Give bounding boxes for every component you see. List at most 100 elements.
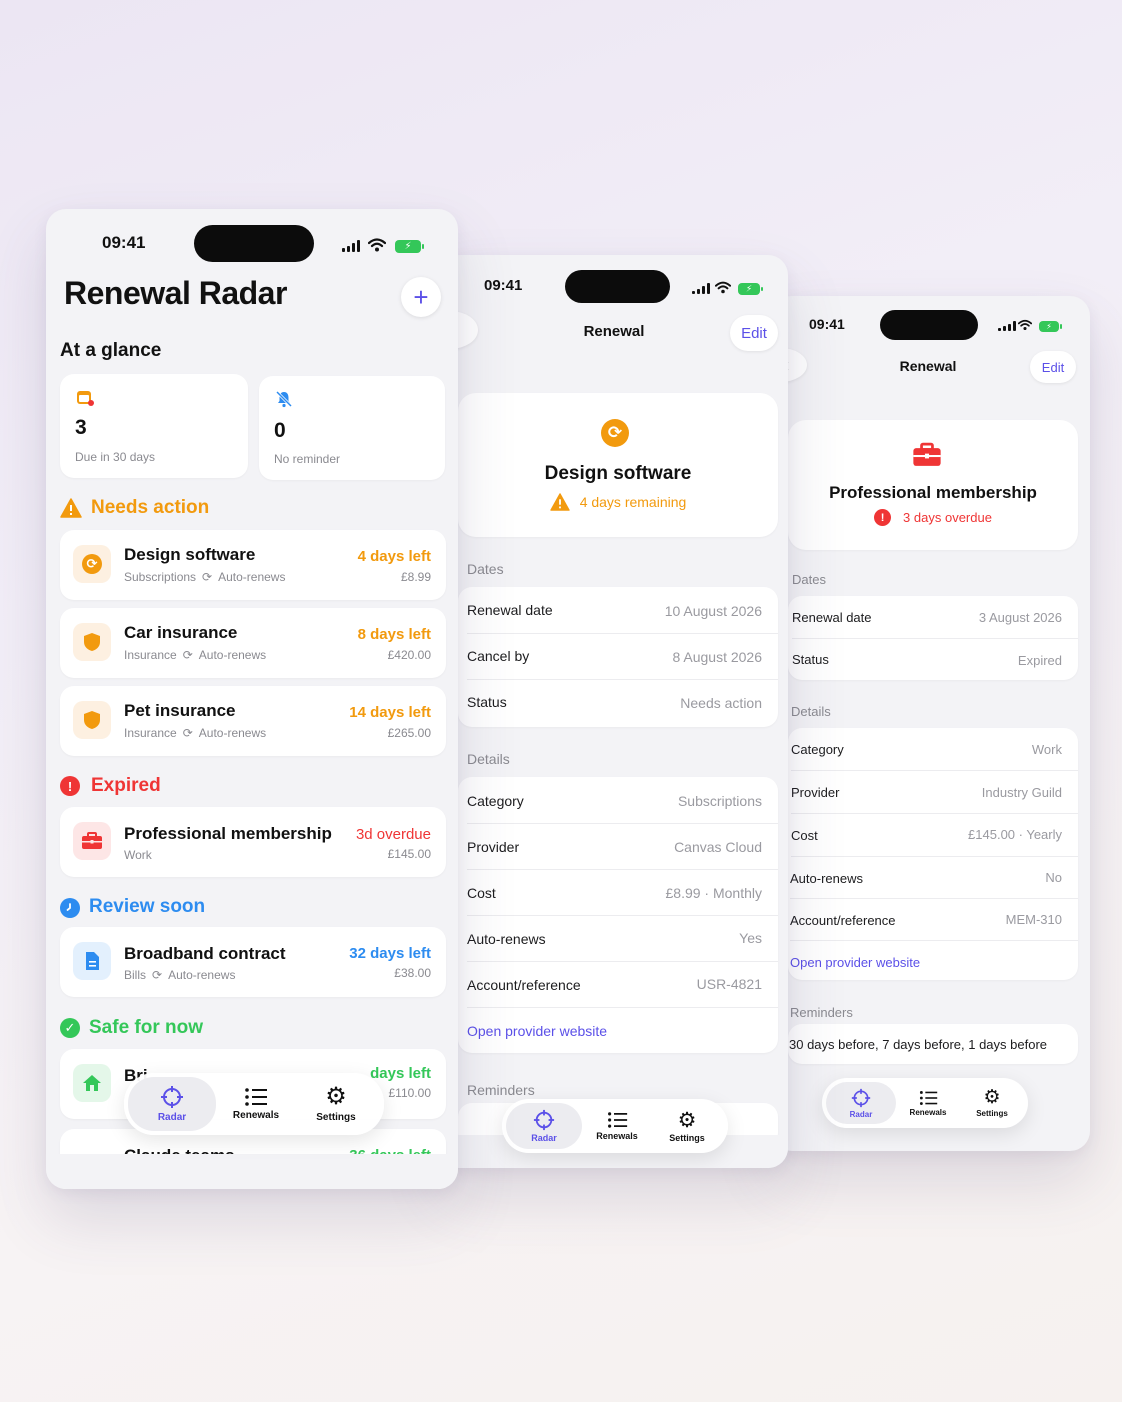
cellular-signal-icon [692, 283, 710, 294]
briefcase-icon [82, 832, 102, 849]
tab-radar[interactable]: Radar [506, 1103, 582, 1149]
status-time: 09:41 [102, 233, 146, 252]
renewal-due: 32 days left [349, 945, 431, 962]
tab-settings[interactable]: ⚙ Settings [960, 1082, 1024, 1124]
renewal-row-car-insurance[interactable]: Car insurance Insurance ⟳ Auto-renews 8 da… [60, 608, 446, 678]
tab-label: Renewals [232, 1110, 280, 1121]
stat-card-due[interactable]: 3 Due in 30 days [60, 374, 248, 478]
section-safe-for-now: Safe for now [89, 1017, 204, 1038]
tab-renewals[interactable]: Renewals [896, 1082, 960, 1124]
divider [467, 633, 778, 634]
membership-detail-screen: 09:41 ⚡ ‹ Renewal Edit Professional memb… [772, 296, 1090, 1151]
reminders-card: 30 days before, 7 days before, 1 days be… [788, 1024, 1078, 1064]
provider-website-link[interactable]: Open provider website [467, 1023, 607, 1039]
row-label: Account/reference [790, 913, 896, 928]
divider [791, 856, 1078, 857]
renewal-row-pet-insurance[interactable]: Pet insurance Insurance ⟳ Auto-renews 14 d… [60, 686, 446, 756]
provider-website-link[interactable]: Open provider website [790, 955, 920, 970]
divider [467, 869, 778, 870]
shield-icon [84, 633, 100, 651]
renewal-meta: Bills ⟳ Auto-renews [124, 968, 236, 982]
radar-screen: 09:41 ⚡ Renewal Radar + At a glance 3 Du… [46, 209, 458, 1189]
divider [790, 940, 1078, 941]
status-time: 09:41 [809, 316, 845, 332]
divider [467, 679, 778, 680]
auto-renew-icon: ⟳ [182, 648, 193, 662]
tab-settings[interactable]: ⚙ Settings [296, 1077, 376, 1131]
row-value: 10 August 2026 [664, 603, 762, 619]
add-button[interactable]: + [401, 277, 441, 317]
refresh-icon: ⟳ [601, 419, 629, 447]
row-label: Renewal date [467, 602, 553, 618]
item-title: Design software [544, 463, 692, 484]
tab-settings[interactable]: ⚙ Settings [652, 1103, 722, 1149]
auto-renew-icon: ⟳ [202, 570, 213, 584]
renewal-name: Pet insurance [124, 701, 236, 720]
tab-renewals[interactable]: Renewals [216, 1077, 296, 1131]
renewal-row-professional-membership[interactable]: Professional membership Work 3d overdue … [60, 807, 446, 877]
list-icon [245, 1088, 267, 1106]
renewal-name: Professional membership [124, 824, 332, 843]
renewal-due: days left [370, 1065, 431, 1082]
alert-circle-icon: ! [60, 776, 80, 796]
row-value: £8.99 · Monthly [665, 885, 763, 901]
stat-label: No reminder [274, 452, 341, 466]
battery-icon: ⚡ [395, 240, 424, 253]
row-label: Category [467, 793, 524, 809]
edit-button[interactable]: Edit [1030, 351, 1076, 383]
renewal-price: £8.99 [400, 570, 431, 584]
tab-renewals[interactable]: Renewals [582, 1103, 652, 1149]
renewal-row-broadband-contract[interactable]: Broadband contract Bills ⟳ Auto-renews 32 … [60, 927, 446, 997]
reminders-value: 30 days before, 7 days before, 1 days be… [789, 1037, 1048, 1052]
reminders-header: Reminders [467, 1082, 535, 1098]
tab-label: Renewals [909, 1107, 947, 1117]
wifi-icon [368, 238, 386, 252]
divider [792, 638, 1078, 639]
auto-renew-icon: ⟳ [182, 726, 193, 740]
reminders-header: Reminders [790, 1005, 853, 1020]
dynamic-island [194, 225, 314, 262]
briefcase-icon [913, 442, 941, 466]
wifi-icon [715, 281, 731, 294]
details-header: Details [791, 704, 831, 719]
row-label: Auto-renews [790, 871, 863, 886]
stat-value: 0 [274, 419, 286, 442]
tab-label: Radar [157, 1112, 187, 1123]
dates-header: Dates [792, 572, 826, 587]
list-icon [607, 1112, 627, 1128]
row-value: 3 August 2026 [978, 610, 1062, 625]
row-label: Account/reference [467, 977, 581, 993]
overdue-text: 3 days overdue [903, 510, 992, 525]
edit-button[interactable]: Edit [730, 315, 778, 351]
gear-icon: ⚙ [983, 1087, 1001, 1108]
divider [467, 1007, 778, 1008]
tab-radar[interactable]: Radar [128, 1077, 216, 1131]
row-value: No [1045, 870, 1062, 885]
tab-bar: Radar Renewals ⚙ Settings [124, 1073, 384, 1135]
dynamic-island [565, 270, 670, 303]
row-label: Category [791, 742, 844, 757]
row-value: Expired [1017, 653, 1062, 668]
home-icon [83, 1075, 101, 1091]
hero-card: ⟳ Design software 4 days remaining [458, 393, 778, 537]
renewal-row-design-software[interactable]: ⟳ Design software Subscriptions ⟳ Auto-ren… [60, 530, 446, 600]
row-label: Status [467, 694, 507, 710]
row-label: Cancel by [467, 648, 530, 664]
stat-card-no-reminder[interactable]: 0 No reminder [259, 376, 445, 480]
row-value: Yes [739, 930, 762, 946]
divider [791, 813, 1078, 814]
divider [790, 898, 1078, 899]
checkmark-circle-icon: ✓ [60, 1018, 80, 1038]
warning-icon [550, 493, 570, 511]
section-expired: Expired [91, 775, 161, 796]
stat-value: 3 [75, 416, 87, 439]
tab-radar[interactable]: Radar [826, 1082, 896, 1124]
page-title: Renewal Radar [64, 275, 287, 311]
row-label: Provider [791, 785, 840, 800]
renewal-meta: Insurance ⟳ Auto-renews [124, 726, 267, 740]
calendar-icon [77, 391, 94, 406]
remaining-text: 4 days remaining [579, 494, 687, 510]
row-value: Work [1031, 742, 1062, 757]
row-label: Renewal date [792, 610, 872, 625]
tab-label: Settings [976, 1109, 1008, 1118]
